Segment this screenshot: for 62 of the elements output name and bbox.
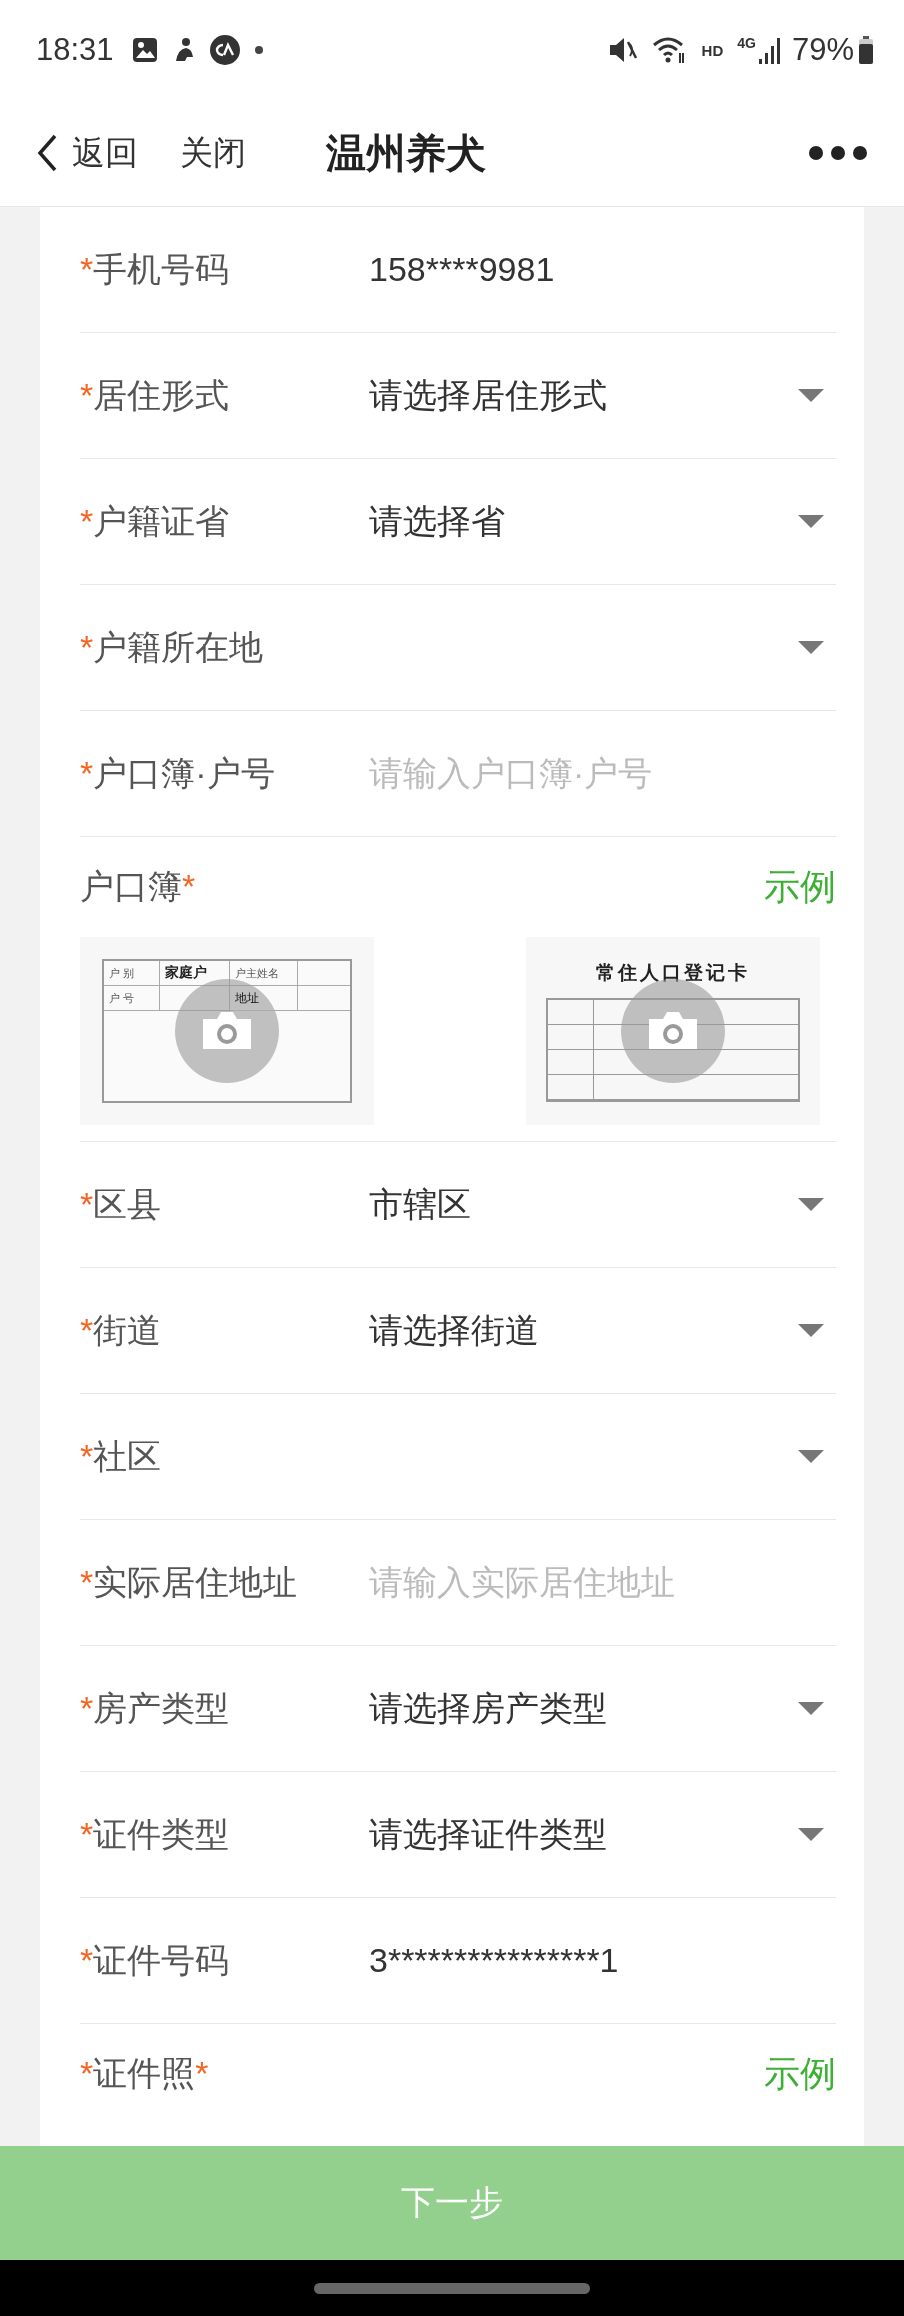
dropdown-caret-icon[interactable] — [798, 514, 824, 529]
field-label: *证件号码 — [80, 1939, 231, 1981]
field-label: *户口簿·户号 — [80, 752, 276, 794]
dropdown-caret-icon[interactable] — [798, 1197, 824, 1212]
network-label: 4G — [737, 35, 756, 51]
home-indicator[interactable] — [314, 2282, 590, 2294]
field-label: *居住形式 — [80, 374, 231, 416]
empty-cell — [548, 1000, 594, 1025]
hd-label: HD — [701, 41, 724, 59]
document-cell: 家庭户 — [160, 961, 230, 986]
dropdown-caret-icon[interactable] — [798, 1449, 824, 1464]
battery-icon — [858, 35, 874, 65]
select-value[interactable]: 请选择居住形式 — [369, 372, 798, 419]
notification-dot-icon — [253, 45, 264, 55]
close-button[interactable]: 关闭 — [180, 130, 246, 176]
empty-cell — [548, 1050, 594, 1075]
field-value: 158****9981 — [369, 250, 556, 289]
empty-cell — [548, 1025, 594, 1050]
input-field[interactable]: 请输入实际居住地址 — [369, 1563, 836, 1602]
app-badge-icon — [209, 35, 240, 65]
document-upload-slot[interactable]: 常住人口登记卡 — [526, 937, 820, 1125]
field-value: 3****************1 — [369, 1941, 620, 1980]
dropdown-caret-icon[interactable] — [798, 388, 824, 403]
dropdown-caret-icon[interactable] — [798, 1701, 824, 1716]
field-label: *街道 — [80, 1309, 163, 1351]
input-field[interactable]: 请输入户口簿·户号 — [369, 754, 836, 793]
document-cell: 地址 — [230, 986, 298, 1011]
document-cell: 户 别 — [104, 961, 160, 986]
field-label: *房产类型 — [80, 1687, 231, 1729]
select-value[interactable]: 市辖区 — [369, 1181, 798, 1228]
camera-icon[interactable] — [175, 979, 279, 1083]
field-label: *户籍所在地 — [80, 626, 265, 668]
empty-cell — [160, 986, 230, 1011]
document-cell: 户 号 — [104, 986, 160, 1011]
field-label: *证件照* — [80, 2053, 210, 2094]
more-icon[interactable] — [808, 145, 868, 161]
back-button[interactable]: 返回 — [36, 130, 138, 176]
dropdown-caret-icon[interactable] — [798, 640, 824, 655]
field-label: 户口簿* — [80, 866, 197, 907]
select-value[interactable]: 请选择省 — [369, 498, 798, 545]
mute-icon — [607, 36, 638, 64]
field-label: *户籍证省 — [80, 500, 231, 542]
document-upload-slot[interactable]: 户 别 家庭户 户主姓名 户 号 地址 — [80, 937, 374, 1125]
select-value[interactable]: 请选择证件类型 — [369, 1811, 798, 1858]
empty-cell — [548, 1075, 594, 1100]
gallery-icon — [131, 37, 158, 63]
document-title: 常住人口登记卡 — [596, 961, 750, 985]
field-label: *手机号码 — [80, 248, 231, 290]
field-label: *实际居住地址 — [80, 1561, 299, 1603]
dropdown-caret-icon[interactable] — [798, 1323, 824, 1338]
signal-icon — [757, 35, 782, 65]
field-label: *社区 — [80, 1435, 163, 1477]
select-value[interactable]: 请选择街道 — [369, 1307, 798, 1354]
field-label: *区县 — [80, 1183, 163, 1225]
chevron-left-icon — [36, 133, 58, 173]
battery-percent: 79% — [791, 32, 854, 68]
field-label: *证件类型 — [80, 1813, 231, 1855]
dropdown-caret-icon[interactable] — [798, 1827, 824, 1842]
select-value[interactable]: 请选择房产类型 — [369, 1685, 798, 1732]
status-time: 18:31 — [36, 32, 114, 68]
page-title: 温州养犬 — [326, 129, 486, 177]
document-cell: 户主姓名 — [230, 961, 298, 986]
